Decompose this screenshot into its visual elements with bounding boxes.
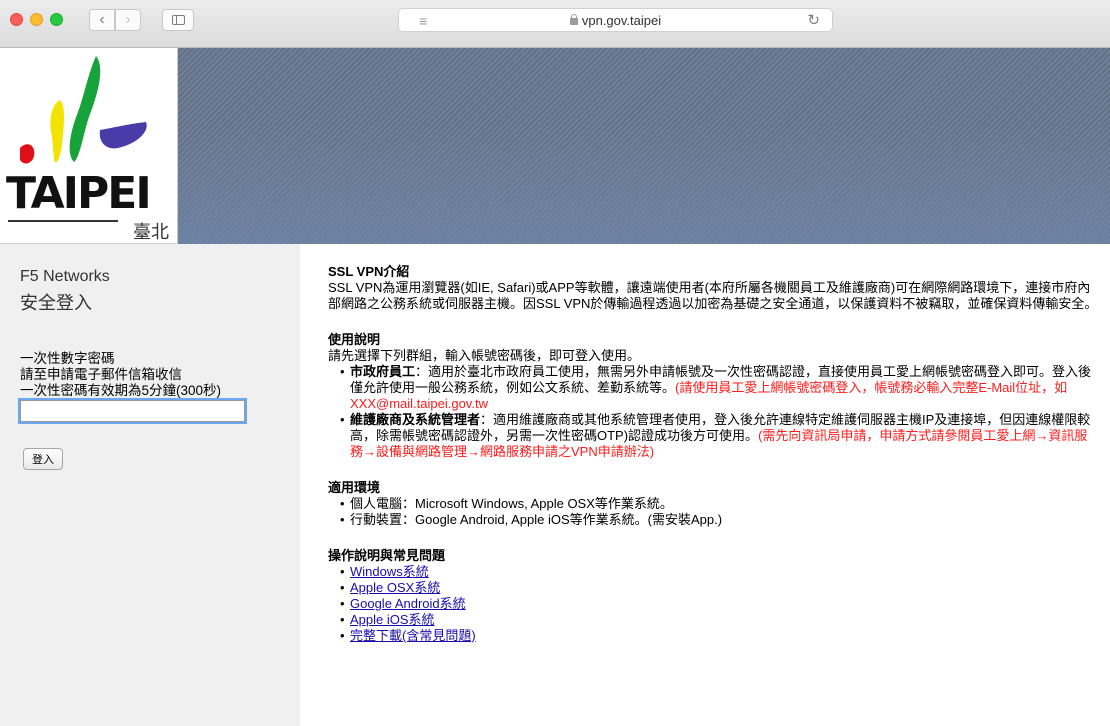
logo-underline (8, 220, 118, 222)
browser-toolbar: ‹ › ≡ vpn.gov.taipei ↻ (0, 0, 1110, 48)
logo-chinese-name: 臺北 (133, 222, 169, 242)
taipei-logo-graphic (20, 56, 147, 164)
otp-input[interactable] (18, 398, 247, 424)
login-title: 安全登入 (20, 293, 92, 313)
list-item: Windows系統 (340, 564, 1098, 580)
brand-name: F5 Networks (20, 268, 110, 285)
usage-intro: 請先選擇下列群組，輸入帳號密碼後，即可登入使用。 (328, 348, 641, 363)
windows-guide-link[interactable]: Windows系統 (350, 564, 429, 579)
header-banner: TAIPEI 臺北 (0, 48, 1110, 244)
sidebar-toggle-button[interactable] (162, 9, 194, 31)
otp-instruction-line: 請至申請電子郵件信箱收信 (20, 367, 182, 382)
intro-heading: SSL VPN介紹 (328, 264, 410, 279)
android-guide-link[interactable]: Google Android系統 (350, 596, 466, 611)
list-item: Apple iOS系統 (340, 612, 1098, 628)
taipei-logo: TAIPEI 臺北 (0, 48, 178, 244)
sidebar-icon (171, 15, 185, 25)
faq-heading: 操作說明與常見問題 (328, 548, 446, 563)
list-item: Apple OSX系統 (340, 580, 1098, 596)
login-button[interactable]: 登入 (23, 448, 63, 470)
intro-section: SSL VPN介紹 SSL VPN為運用瀏覽器(如IE, Safari)或APP… (328, 264, 1098, 312)
lock-icon (569, 14, 578, 25)
main-content: SSL VPN介紹 SSL VPN為運用瀏覽器(如IE, Safari)或APP… (328, 264, 1098, 664)
list-item: 市政府員工：適用於臺北市政府員工使用，無需另外申請帳號及一次性密碼認證，直接使用… (340, 364, 1098, 412)
list-item: 完整下載(含常見問題) (340, 628, 1098, 644)
chevron-right-icon: › (125, 11, 131, 28)
list-item: 維護廠商及系統管理者：適用維護廠商或其他系統管理者使用，登入後允許連線特定維護伺… (340, 412, 1098, 460)
usage-heading: 使用說明 (328, 332, 381, 347)
environment-heading: 適用環境 (328, 480, 381, 495)
osx-guide-link[interactable]: Apple OSX系統 (350, 580, 440, 595)
list-item: 個人電腦：Microsoft Windows, Apple OSX等作業系統。 (340, 496, 1098, 512)
full-download-link[interactable]: 完整下載(含常見問題) (350, 628, 476, 643)
usage-section: 使用說明 請先選擇下列群組，輸入帳號密碼後，即可登入使用。 市政府員工：適用於臺… (328, 332, 1098, 460)
intro-body: SSL VPN為運用瀏覽器(如IE, Safari)或APP等軟體，讓遠端使用者… (328, 280, 1098, 311)
group-title: 維護廠商及系統管理者 (350, 412, 481, 427)
list-item: 行動裝置：Google Android, Apple iOS等作業系統。(需安裝… (340, 512, 1098, 528)
zoom-window-button[interactable] (50, 13, 63, 26)
environment-section: 適用環境 個人電腦：Microsoft Windows, Apple OSX等作… (328, 480, 1098, 528)
list-item: Google Android系統 (340, 596, 1098, 612)
forward-button[interactable]: › (115, 9, 141, 31)
back-button[interactable]: ‹ (89, 9, 115, 31)
address-bar[interactable]: ≡ vpn.gov.taipei ↻ (398, 8, 833, 32)
faq-section: 操作說明與常見問題 Windows系統 Apple OSX系統 Google A… (328, 548, 1098, 644)
otp-instruction-line: 一次性數字密碼 (20, 351, 115, 366)
login-panel: F5 Networks 安全登入 一次性數字密碼 請至申請電子郵件信箱收信 一次… (0, 244, 300, 726)
url-text: vpn.gov.taipei (581, 13, 662, 28)
reload-icon[interactable]: ↻ (807, 11, 820, 29)
chevron-left-icon: ‹ (99, 11, 105, 28)
minimize-window-button[interactable] (30, 13, 43, 26)
close-window-button[interactable] (10, 13, 23, 26)
otp-instructions: 一次性數字密碼 請至申請電子郵件信箱收信 一次性密碼有效期為5分鐘(300秒) (20, 351, 300, 399)
ios-guide-link[interactable]: Apple iOS系統 (350, 612, 435, 627)
group-title: 市政府員工 (350, 364, 416, 379)
otp-instruction-line: 一次性密碼有效期為5分鐘(300秒) (20, 383, 222, 398)
logo-wordmark: TAIPEI (6, 168, 152, 219)
